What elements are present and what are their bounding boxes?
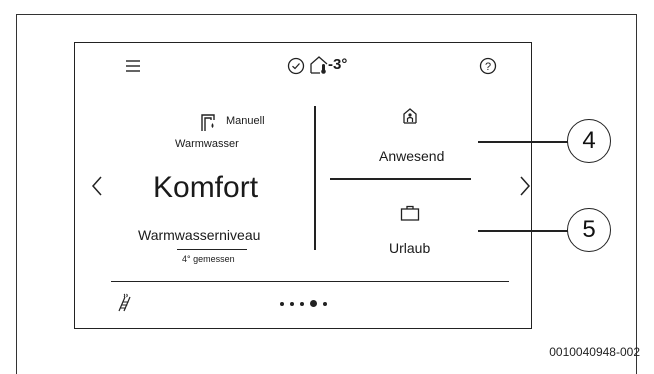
page-dot[interactable] [280,302,284,306]
presence-home-label[interactable]: Anwesend [379,148,444,164]
water-tap-icon [200,111,222,133]
page-dot[interactable] [323,302,327,306]
page-indicator[interactable] [280,299,340,309]
callout-4-leader [478,141,568,143]
chevron-right-icon[interactable] [519,175,531,197]
footer-divider [111,281,509,282]
page-dot[interactable] [290,302,294,306]
hot-water-section-label: Warmwasser [175,138,239,150]
hot-water-level-value[interactable]: Komfort [153,171,258,205]
hot-water-mode: Manuell [226,115,265,127]
menu-icon[interactable] [125,59,141,73]
check-circle-icon [287,57,305,75]
display-screen: -3° ? Manuell Warmwasser Komfort Warmwas… [74,42,532,329]
outdoor-temperature: -3° [328,56,348,73]
svg-text:?: ? [485,61,491,73]
presence-vacation-label[interactable]: Urlaub [389,240,430,256]
heating-ladder-icon[interactable] [115,293,133,313]
hot-water-level-label[interactable]: Warmwasserniveau [138,227,260,243]
level-label-underline [177,249,247,250]
help-icon[interactable]: ? [479,57,497,75]
chevron-left-icon[interactable] [91,175,103,197]
callout-4: 4 [567,119,611,163]
suitcase-icon [400,205,420,221]
callout-5: 5 [567,208,611,252]
callout-5-leader [478,230,568,232]
page-dot[interactable] [300,302,304,306]
horizontal-divider [330,178,471,180]
house-thermometer-icon [309,55,329,75]
home-person-icon [402,107,418,125]
vertical-divider [314,106,316,250]
hot-water-measured: 4° gemessen [182,254,235,264]
figure-reference: 0010040948-002 [549,345,640,359]
page-dot-active[interactable] [310,300,317,307]
